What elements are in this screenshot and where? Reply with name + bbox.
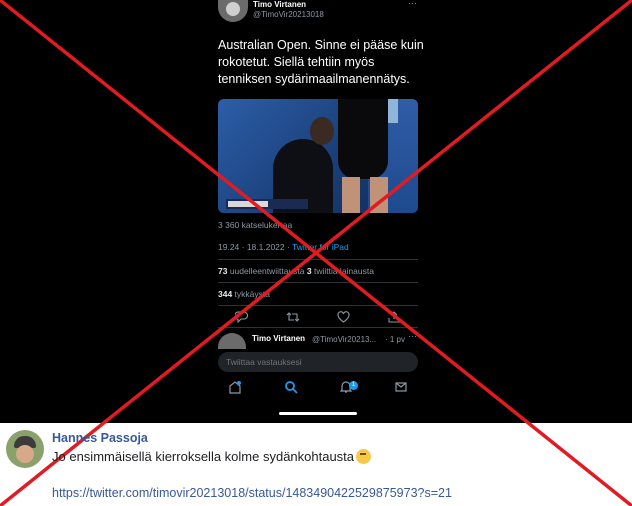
tweet-text: Australian Open. Sinne ei pääse kuin rok…	[218, 38, 424, 86]
divider	[218, 305, 418, 306]
reply-icon[interactable]	[235, 311, 248, 323]
retweet-label: uudelleentwiittausta	[227, 266, 307, 276]
divider	[218, 327, 418, 328]
tweet-timestamp: 19.24 · 18.1.2022 · Twitter for iPad	[218, 242, 349, 252]
retweet-stats[interactable]: 73 uudelleentwiittausta 3 twiittiä laina…	[218, 266, 374, 276]
search-icon[interactable]	[284, 380, 298, 394]
thinking-emoji-icon	[356, 449, 372, 464]
author-handle[interactable]: @TimoVir20213018	[253, 10, 324, 19]
tweet-link[interactable]: https://twitter.com/timovir20213018/stat…	[52, 486, 452, 500]
more-options-icon[interactable]: ···	[408, 0, 417, 8]
commenter-name[interactable]: Hannes Passoja	[52, 431, 148, 445]
view-count: 3 360 katselukertaa	[218, 220, 293, 230]
reply-more-icon[interactable]: ···	[408, 331, 417, 341]
heart-icon[interactable]	[337, 311, 350, 323]
video-player-head	[310, 117, 334, 145]
divider	[218, 282, 418, 283]
commenter-avatar[interactable]	[6, 430, 44, 468]
share-icon[interactable]	[388, 311, 400, 323]
reply-author-handle[interactable]: @TimoVir20213...	[312, 335, 376, 344]
author-name[interactable]: Timo Virtanen	[253, 0, 306, 9]
tweet-screenshot: Timo Virtanen @TimoVir20213018 ··· Austr…	[0, 0, 632, 423]
home-icon[interactable]	[228, 380, 242, 394]
video-official-shorts	[338, 99, 388, 179]
home-indicator	[279, 412, 357, 415]
reply-author-avatar[interactable]	[218, 333, 246, 349]
mail-icon[interactable]	[394, 380, 408, 394]
notification-badge: 1	[349, 381, 358, 390]
post-text-content: Jo ensimmäisellä kierroksella kolme sydä…	[52, 449, 355, 464]
video-official-leg	[370, 177, 388, 213]
author-avatar[interactable]	[218, 0, 248, 22]
video-official-leg	[342, 177, 360, 213]
reply-time: · 1 pv	[385, 335, 406, 344]
divider	[218, 259, 418, 260]
like-label: tykkäystä	[232, 289, 270, 299]
timestamp-text: 19.24 · 18.1.2022 ·	[218, 242, 293, 252]
quote-label: twiittiä lainausta	[311, 266, 374, 276]
reply-author-name[interactable]: Timo Virtanen	[252, 334, 305, 343]
reply-input-placeholder[interactable]: Twiittaa vastauksesi	[226, 357, 302, 367]
retweet-icon[interactable]	[286, 311, 300, 323]
like-count: 344	[218, 289, 233, 299]
tweet-source-link[interactable]: Twitter for iPad	[292, 242, 349, 252]
tweet-video[interactable]	[218, 99, 418, 213]
post-text: Jo ensimmäisellä kierroksella kolme sydä…	[52, 449, 372, 464]
like-stats[interactable]: 344 tykkäystä	[218, 289, 270, 299]
video-scoreboard	[226, 199, 308, 209]
